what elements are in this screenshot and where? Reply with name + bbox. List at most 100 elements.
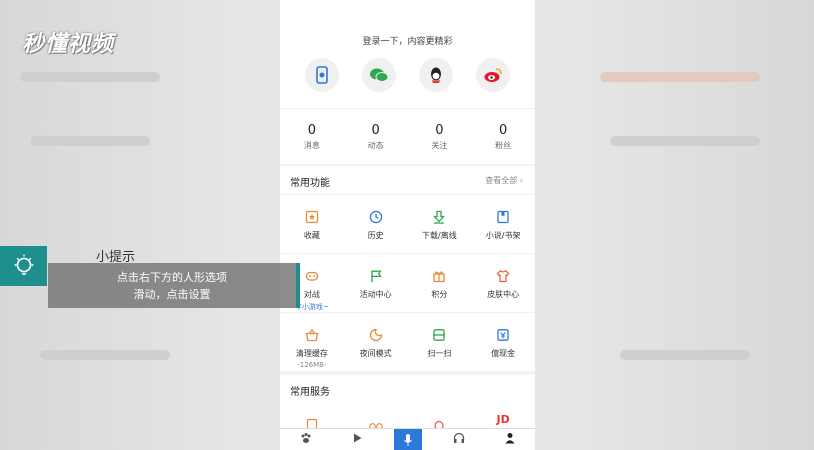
blurred-row [40, 350, 170, 360]
chevron-right-icon: › [519, 176, 523, 185]
login-options [280, 58, 535, 92]
tip-line-1: 点击右下方的人形选项 [117, 271, 227, 284]
blurred-row [610, 136, 760, 146]
mic-button[interactable] [393, 429, 422, 450]
nav-audio[interactable] [433, 429, 484, 450]
stat-label: 消息 [303, 141, 320, 150]
scan-icon [433, 329, 446, 341]
common-services-grid: JD [280, 403, 535, 431]
tip-line-2: 滑动，点击设置 [133, 288, 211, 301]
grid-item-label: 收藏 [303, 231, 320, 240]
grid-item-label: 历史 [367, 231, 384, 240]
common-services-header: 常用服务 [280, 375, 535, 403]
grid-item-clear-cache[interactable]: 清理缓存 -126MB- [280, 313, 344, 371]
service-item[interactable] [344, 403, 408, 430]
shirt-icon [496, 270, 510, 283]
grid-item-bookshelf[interactable]: 小说/书架 [471, 195, 535, 253]
grid-item-label: 扫一扫 [427, 349, 452, 358]
grid-item-label: 下载/离线 [422, 231, 457, 240]
grid-item-scan[interactable]: 扫一扫 [408, 313, 472, 371]
gift-icon [433, 271, 446, 283]
moon-icon [369, 328, 382, 342]
grid-item-download[interactable]: 下载/离线 [408, 195, 472, 253]
blurred-row [20, 72, 160, 82]
headphones-icon [453, 432, 464, 443]
grid-item-sublabel: -126MB- [297, 361, 327, 369]
nav-home[interactable] [280, 429, 331, 450]
grid-item-label: 清理缓存 [295, 349, 328, 358]
grid-row: 对战 年小游戏~ 活动中心 积分 皮肤中心 [280, 253, 535, 312]
grid-item-history[interactable]: 历史 [344, 195, 408, 253]
grid-item-label: 小说/书架 [485, 231, 521, 240]
service-item[interactable] [280, 403, 344, 431]
grid-item-points[interactable]: 积分 [408, 254, 472, 312]
basket-icon [305, 328, 319, 342]
grid-row: 清理缓存 -126MB- 夜间模式 扫一扫 億现金 [280, 312, 535, 371]
microphone-icon [403, 434, 412, 446]
phone-login-button[interactable] [305, 58, 340, 92]
user-stats: 0 消息 0 动态 0 关注 0 粉丝 [280, 108, 535, 164]
grid-item-label: 億现金 [491, 349, 516, 358]
cash-icon [497, 329, 509, 341]
nav-voice[interactable] [382, 429, 433, 450]
gamepad-icon [305, 271, 319, 281]
login-prompt: 登录一下，内容更精彩 [362, 37, 453, 47]
flag-icon [370, 270, 382, 282]
watermark-logo: 秒懂视频 [22, 32, 115, 57]
grid-item-label: 皮肤中心 [487, 290, 520, 299]
qq-login-button[interactable] [418, 58, 453, 92]
nav-profile[interactable] [484, 429, 535, 450]
jd-icon[interactable]: JD [471, 403, 535, 428]
tip-badge [0, 246, 47, 286]
blurred-row [620, 350, 750, 360]
stat-fans[interactable]: 0 粉丝 [471, 109, 535, 164]
stat-count: 0 [498, 123, 508, 138]
common-functions-grid: 收藏 历史 下载/离线 小说/书架 对战 年小游戏~ 活动中心 积分 皮肤中心 … [280, 194, 535, 371]
paw-icon [301, 433, 310, 443]
bottom-nav [280, 428, 535, 450]
nav-video[interactable] [331, 429, 382, 450]
section-title: 常用功能 [290, 178, 330, 189]
clock-icon [369, 210, 382, 224]
person-icon [505, 433, 514, 444]
qq-icon [430, 67, 441, 83]
wechat-login-button[interactable] [362, 58, 397, 92]
star-icon [305, 210, 319, 224]
grid-row: 收藏 历史 下载/离线 小说/书架 [280, 194, 535, 253]
section-title: 常用服务 [290, 387, 330, 398]
login-panel: 登录一下，内容更精彩 [280, 0, 535, 108]
stat-label: 关注 [431, 141, 448, 150]
stat-label: 粉丝 [495, 141, 512, 150]
lightbulb-icon [14, 254, 33, 275]
book-icon [497, 210, 509, 224]
stat-count: 0 [435, 123, 444, 138]
blurred-row [600, 72, 760, 82]
grid-item-label: 活动中心 [359, 290, 392, 299]
grid-item-night-mode[interactable]: 夜间模式 [344, 313, 408, 371]
blurred-row [30, 136, 150, 146]
download-icon [433, 210, 446, 224]
tip-box: 点击右下方的人形选项 滑动，点击设置 [48, 263, 296, 308]
stat-label: 动态 [367, 141, 384, 150]
stat-following[interactable]: 0 关注 [408, 109, 472, 164]
grid-item-label: 积分 [431, 290, 448, 299]
common-functions-header: 常用功能 查看全部 › [280, 166, 535, 194]
grid-item-label: 夜间模式 [359, 349, 392, 358]
grid-item-activity-center[interactable]: 活动中心 [344, 254, 408, 312]
phone-screen: 登录一下，内容更精彩 0 消息 0 动态 0 关注 0 粉丝 常用功能 查看全部… [280, 0, 535, 450]
stat-messages[interactable]: 0 消息 [280, 109, 344, 164]
stat-activity[interactable]: 0 动态 [344, 109, 408, 164]
wechat-icon [370, 68, 389, 82]
grid-item-skin-center[interactable]: 皮肤中心 [471, 254, 535, 312]
play-icon [353, 433, 361, 443]
grid-item-cash[interactable]: 億现金 [471, 313, 535, 371]
view-all-link[interactable]: 查看全部 › [485, 175, 523, 186]
weibo-icon [484, 68, 502, 82]
view-all-label: 查看全部 [485, 176, 518, 185]
stat-count: 0 [371, 123, 380, 138]
grid-item-favorites[interactable]: 收藏 [280, 195, 344, 253]
tip-accent-bar [296, 263, 300, 308]
service-item[interactable] [408, 403, 472, 431]
stat-count: 0 [307, 123, 317, 138]
weibo-login-button[interactable] [475, 58, 510, 92]
